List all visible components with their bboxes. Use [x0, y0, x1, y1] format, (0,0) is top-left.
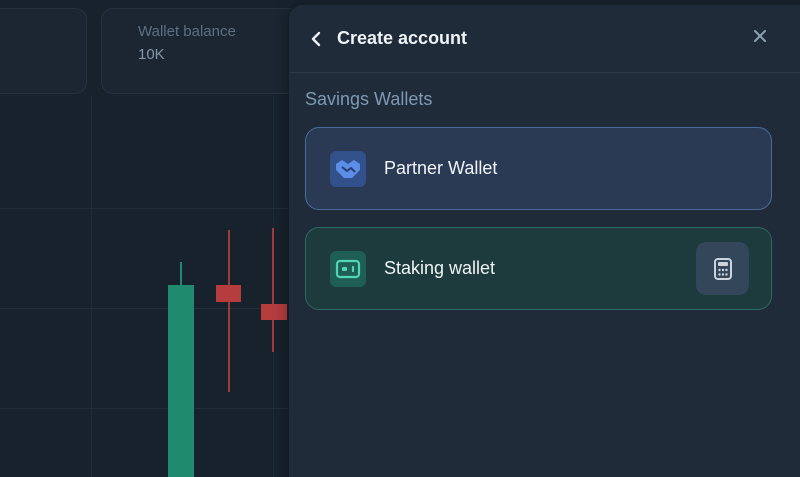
app-screen: Wallet balance 10K Create account Saving…: [0, 0, 800, 477]
wallet-balance-card: Wallet balance 10K: [101, 8, 301, 94]
create-account-panel: Create account Savings Wallets Partner W…: [289, 5, 800, 477]
staking-wallet-label: Staking wallet: [384, 258, 496, 278]
chart-gridline: [91, 96, 92, 477]
wallet-balance-label: Wallet balance: [138, 23, 236, 40]
panel-header: Create account: [289, 5, 800, 73]
calculator-icon: [713, 257, 732, 280]
calculator-button[interactable]: [696, 242, 749, 295]
chevron-left-icon: [311, 31, 321, 46]
panel-title: Create account: [337, 28, 468, 48]
close-icon: [754, 30, 766, 42]
chart-gridline: [0, 408, 290, 409]
handshake-icon: [330, 150, 366, 187]
partner-wallet-option[interactable]: Partner Wallet: [305, 127, 772, 210]
chart-gridline: [0, 308, 290, 309]
wallet-balance-value: 10K: [138, 46, 165, 63]
wallet-icon: [330, 250, 366, 287]
back-button[interactable]: [305, 28, 327, 50]
summary-card: [0, 8, 87, 94]
section-title: Savings Wallets: [305, 89, 433, 109]
chart-gridline: [0, 208, 290, 209]
close-button[interactable]: [749, 25, 771, 47]
staking-wallet-option[interactable]: Staking wallet: [305, 227, 772, 310]
partner-wallet-label: Partner Wallet: [384, 158, 498, 178]
